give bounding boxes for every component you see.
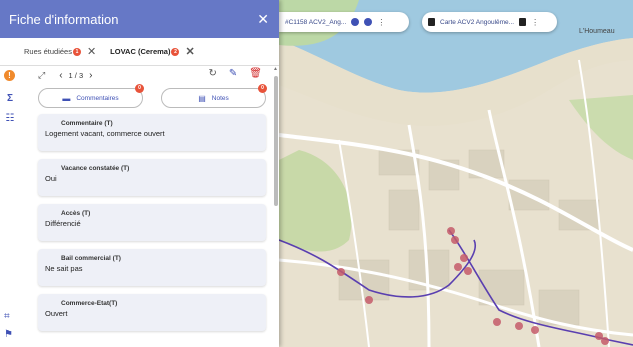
attribute-value: Oui (45, 174, 57, 183)
map-marker (447, 227, 455, 235)
map-marker (531, 326, 539, 334)
walk-icon[interactable]: ⚑ (4, 329, 16, 341)
map-marker (493, 318, 501, 326)
users-icon[interactable] (519, 18, 527, 26)
attribute-label: Accès (T) (61, 210, 91, 217)
prev-icon[interactable]: ‹ (59, 70, 62, 81)
attribute-card: Accès (T) Différencié (38, 204, 266, 241)
attribute-list: Commentaire (T) Logement vacant, commerc… (20, 110, 272, 331)
building-blocks (338, 149, 600, 326)
attribute-value: Logement vacant, commerce ouvert (45, 129, 165, 138)
place-label: L'Houmeau (579, 28, 615, 35)
expand-icon[interactable]: ⤢ (38, 70, 45, 81)
map-marker (454, 263, 462, 271)
more-vert-icon[interactable]: ⋮ (531, 18, 539, 27)
attribute-value: Ne sait pas (45, 264, 83, 273)
more-vert-icon[interactable]: ⋮ (377, 18, 385, 27)
scrollbar[interactable]: ▲ (273, 66, 279, 347)
info-icon[interactable]: ! (4, 70, 15, 81)
tab-label: Rues étudiées (24, 47, 72, 56)
layer-chip-label: #C1158 ACV2_Ang... (285, 18, 347, 26)
map-marker (464, 267, 472, 275)
record-content: ⤢ ‹ 1 / 3 › ↻ ✎ 🗑 ▬ Commentaires 0 ▤ Not… (20, 66, 272, 347)
info-panel: Fiche d'information ✕ Rues étudiées 1 ✕ … (0, 0, 279, 347)
map-book-icon (428, 18, 435, 26)
attribute-card: Commentaire (T) Logement vacant, commerc… (38, 114, 266, 151)
comment-icon: ▬ (62, 93, 71, 103)
map-marker (515, 322, 523, 330)
comments-label: Commentaires (76, 94, 119, 102)
layer-settings-icon[interactable] (364, 18, 373, 26)
tab-badge: 2 (171, 47, 180, 56)
attribute-card: Vacance constatée (T) Oui (38, 159, 266, 196)
next-icon[interactable]: › (89, 70, 92, 81)
attribute-card: Bail commercial (T) Ne sait pas (38, 249, 266, 286)
pager: ‹ 1 / 3 › (59, 70, 92, 81)
bottom-rail: ⌗ ⚑ (4, 305, 16, 341)
layer-visibility-icon[interactable] (351, 18, 360, 26)
attribute-label: Commerce-Etat(T) (61, 300, 118, 307)
table-icon[interactable]: ☷ (4, 112, 16, 124)
attribute-label: Vacance constatée (T) (61, 165, 130, 172)
close-tab-icon[interactable]: ✕ (185, 45, 194, 58)
action-row: ▬ Commentaires 0 ▤ Notes 0 (20, 84, 272, 110)
attribute-value: Ouvert (45, 309, 68, 318)
sigma-icon[interactable]: Σ (4, 92, 16, 104)
attribute-value: Différencié (45, 219, 81, 228)
delete-icon[interactable]: 🗑 (249, 68, 262, 79)
pager-text: 1 / 3 (68, 70, 84, 80)
record-toolbar: ⤢ ‹ 1 / 3 › ↻ ✎ 🗑 (20, 66, 272, 84)
panel-title: Fiche d'information (9, 11, 119, 27)
scroll-thumb[interactable] (274, 76, 278, 206)
close-tab-icon[interactable]: ✕ (87, 45, 96, 58)
map-view[interactable]: #C1158 ACV2_Ang... ⋮ Carte ACV2 Angoulêm… (279, 0, 633, 347)
map-marker (337, 268, 345, 276)
layer-chip-1[interactable]: #C1158 ACV2_Ang... ⋮ (279, 12, 409, 32)
edit-icon[interactable]: ✎ (229, 68, 237, 79)
park-area (569, 95, 633, 160)
notes-icon: ▤ (198, 93, 206, 103)
tab-lovac[interactable]: LOVAC (Cerema) 2 ✕ (110, 38, 195, 66)
tab-bar: Rues étudiées 1 ✕ LOVAC (Cerema) 2 ✕ (0, 38, 279, 66)
attribute-label: Commentaire (T) (61, 120, 113, 127)
refresh-icon[interactable]: ↻ (209, 68, 217, 79)
notes-badge: 0 (258, 84, 267, 93)
close-icon[interactable]: ✕ (257, 11, 269, 28)
attribute-card: Commerce-Etat(T) Ouvert (38, 294, 266, 331)
map-marker (451, 236, 459, 244)
layer-chip-label: Carte ACV2 Angoulême... (440, 18, 515, 26)
notes-button[interactable]: ▤ Notes 0 (161, 84, 267, 108)
park-area (279, 150, 352, 252)
map-marker (601, 337, 609, 345)
scroll-up-icon[interactable]: ▲ (273, 66, 278, 72)
comments-button[interactable]: ▬ Commentaires 0 (38, 84, 144, 108)
frame-select-icon[interactable]: ⌗ (4, 311, 16, 323)
map-marker (365, 296, 373, 304)
tab-label: LOVAC (Cerema) (110, 47, 171, 56)
tab-rues-etudiees[interactable]: Rues étudiées 1 ✕ (24, 38, 96, 66)
map-marker (460, 254, 468, 262)
panel-header: Fiche d'information ✕ (0, 0, 279, 38)
map-canvas[interactable] (279, 0, 633, 347)
layer-chip-2[interactable]: Carte ACV2 Angoulême... ⋮ (422, 12, 557, 32)
attribute-label: Bail commercial (T) (61, 255, 121, 262)
notes-label: Notes (211, 94, 229, 102)
comments-badge: 0 (135, 84, 144, 93)
tab-badge: 1 (72, 47, 81, 56)
